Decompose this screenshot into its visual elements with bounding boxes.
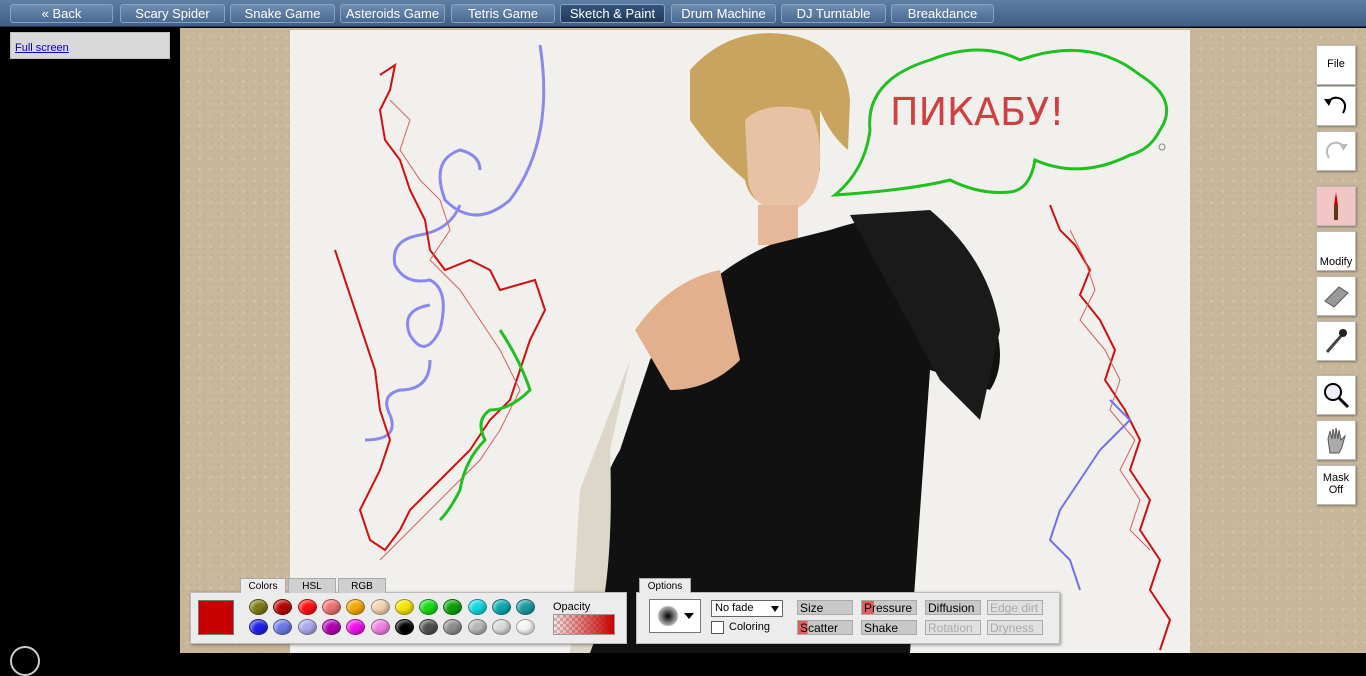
option-edge-dirt-button[interactable]: Edge dirt — [987, 600, 1043, 615]
option-pressure-button[interactable]: Pressure — [861, 600, 917, 615]
file-button[interactable]: File — [1316, 45, 1356, 85]
brush-preview[interactable] — [649, 599, 701, 633]
color-swatch[interactable] — [443, 599, 463, 615]
color-swatch[interactable] — [273, 619, 293, 635]
opacity-slider[interactable] — [553, 614, 615, 635]
fullscreen-link[interactable]: Full screen — [15, 42, 69, 54]
color-swatch[interactable] — [467, 619, 487, 635]
hand-icon — [1327, 427, 1346, 454]
speech-text: ПИКАБУ! — [890, 90, 1064, 134]
color-swatch[interactable] — [492, 619, 511, 635]
color-swatch[interactable] — [370, 619, 390, 635]
nav-sketch-paint[interactable]: Sketch & Paint — [560, 4, 665, 23]
color-swatch[interactable] — [346, 619, 366, 635]
option-size-button[interactable]: Size — [797, 600, 853, 615]
eraser-tool[interactable] — [1316, 276, 1356, 316]
nav-dj-turntable[interactable]: DJ Turntable — [781, 4, 886, 23]
color-swatch[interactable] — [346, 599, 366, 615]
tab-hsl[interactable]: HSL — [288, 578, 336, 593]
tab-options[interactable]: Options — [639, 578, 691, 593]
option-dryness-button[interactable]: Dryness — [987, 620, 1043, 635]
workspace: ПИКАБУ! — [180, 28, 1366, 653]
option-scatter-button[interactable]: Scatter — [797, 620, 853, 635]
color-swatch[interactable] — [492, 599, 511, 615]
color-swatch[interactable] — [273, 599, 293, 615]
magnifier-icon — [1324, 383, 1350, 409]
color-swatch[interactable] — [467, 599, 487, 615]
color-swatch[interactable] — [443, 619, 463, 635]
mask-label-line2: Off — [1328, 484, 1344, 496]
eyedropper-icon — [1325, 329, 1347, 353]
undo-button[interactable] — [1316, 86, 1356, 126]
color-swatch[interactable] — [419, 599, 439, 615]
option-rotation-button[interactable]: Rotation — [925, 620, 981, 635]
color-swatch[interactable] — [394, 599, 414, 615]
coloring-label: Coloring — [729, 621, 770, 633]
color-swatch[interactable] — [321, 599, 341, 615]
chevron-down-icon — [771, 606, 779, 612]
color-swatch[interactable] — [249, 599, 268, 615]
option-diffusion-button[interactable]: Diffusion — [925, 600, 981, 615]
redo-button[interactable] — [1316, 131, 1356, 171]
drawing-canvas[interactable]: ПИКАБУ! — [290, 30, 1190, 653]
redo-arrow-icon — [1325, 141, 1348, 159]
fullscreen-box: Full screen — [10, 32, 170, 59]
color-swatch[interactable] — [297, 599, 317, 615]
paintbrush-icon — [1334, 192, 1338, 220]
mask-toggle[interactable]: Mask Off — [1316, 465, 1356, 505]
color-swatch[interactable] — [297, 619, 317, 635]
tab-rgb[interactable]: RGB — [338, 578, 386, 593]
brush-tool[interactable] — [1316, 186, 1356, 226]
nav-scary-spider[interactable]: Scary Spider — [120, 4, 225, 23]
eraser-icon — [1324, 286, 1349, 308]
corner-circle-icon — [10, 646, 40, 676]
nav-back-button[interactable]: « Back — [10, 4, 113, 23]
mask-label-line1: Mask — [1322, 472, 1350, 484]
modify-label: Modify — [1319, 256, 1353, 268]
color-swatch[interactable] — [370, 599, 390, 615]
fade-select[interactable]: No fade — [711, 600, 783, 617]
nav-asteroids-game[interactable]: Asteroids Game — [340, 4, 445, 23]
canvas-drawing: ПИКАБУ! — [334, 33, 1172, 653]
opacity-label: Opacity — [553, 601, 591, 613]
color-swatch[interactable] — [321, 619, 341, 635]
nav-snake-game[interactable]: Snake Game — [230, 4, 335, 23]
color-swatch[interactable] — [419, 619, 439, 635]
coloring-checkbox[interactable] — [711, 621, 724, 634]
nav-breakdance[interactable]: Breakdance — [891, 4, 994, 23]
color-swatch[interactable] — [394, 619, 414, 635]
zoom-tool[interactable] — [1316, 375, 1356, 415]
undo-arrow-icon — [1324, 96, 1347, 114]
tab-colors[interactable]: Colors — [240, 578, 286, 593]
file-label: File — [1327, 58, 1345, 70]
modify-tool[interactable]: Modify — [1316, 231, 1356, 271]
color-swatch[interactable] — [516, 599, 536, 615]
left-sidebar: Full screen — [0, 28, 180, 653]
top-navigation-bar: « Back Scary Spider Snake Game Asteroids… — [0, 0, 1366, 27]
options-panel: Options No fade Coloring Size Pressure Dif… — [636, 578, 1060, 644]
eyedropper-tool[interactable] — [1316, 321, 1356, 361]
nav-tetris-game[interactable]: Tetris Game — [451, 4, 555, 23]
hand-tool[interactable] — [1316, 420, 1356, 460]
color-swatch[interactable] — [249, 619, 268, 635]
brush-shape-icon — [658, 606, 694, 626]
fade-select-value: No fade — [715, 602, 754, 614]
option-shake-button[interactable]: Shake — [861, 620, 917, 635]
color-swatch[interactable] — [516, 619, 536, 635]
nav-drum-machine[interactable]: Drum Machine — [671, 4, 776, 23]
current-color-swatch[interactable] — [198, 600, 234, 635]
colors-panel: Colors HSL RGB Opacity — [190, 578, 627, 644]
